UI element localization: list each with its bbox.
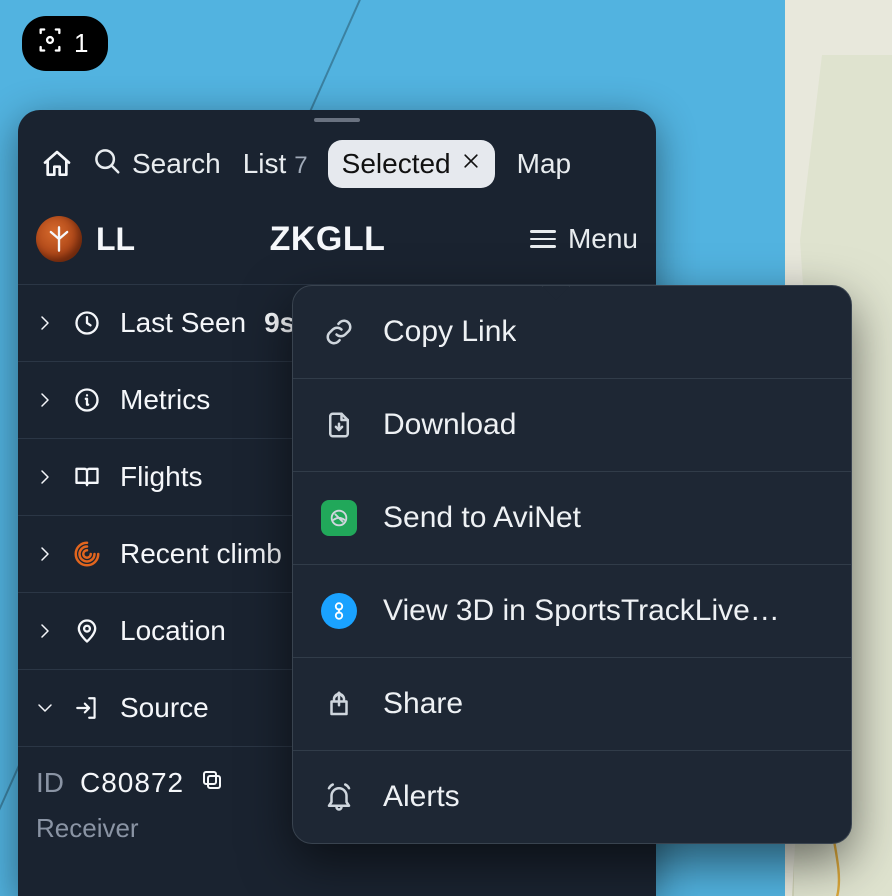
close-icon[interactable] bbox=[461, 151, 481, 177]
chevron-right-icon bbox=[36, 545, 54, 563]
search-label: Search bbox=[132, 148, 221, 180]
menu-item-download[interactable]: Download bbox=[293, 379, 851, 472]
download-icon bbox=[321, 407, 357, 443]
aircraft-avatar[interactable] bbox=[36, 216, 82, 262]
menu-item-label: Share bbox=[383, 687, 463, 721]
id-label: ID bbox=[36, 767, 64, 799]
menu-item-label: Send to AviNet bbox=[383, 501, 581, 535]
chevron-right-icon bbox=[36, 391, 54, 409]
panel-drag-handle[interactable] bbox=[314, 118, 360, 122]
share-icon bbox=[321, 686, 357, 722]
aircraft-callsign: ZKGLL bbox=[135, 220, 530, 259]
chevron-right-icon bbox=[36, 314, 54, 332]
book-icon bbox=[72, 463, 102, 491]
menu-item-alerts[interactable]: Alerts bbox=[293, 751, 851, 843]
row-label: Source bbox=[120, 692, 209, 724]
menu-item-avinet[interactable]: Send to AviNet bbox=[293, 472, 851, 565]
home-button[interactable] bbox=[36, 143, 78, 185]
last-seen-value: 9s bbox=[264, 307, 295, 339]
chevron-right-icon bbox=[36, 468, 54, 486]
chevron-right-icon bbox=[36, 622, 54, 640]
clock-icon bbox=[72, 309, 102, 337]
search-button[interactable]: Search bbox=[92, 146, 221, 183]
menu-item-copy-link[interactable]: Copy Link bbox=[293, 286, 851, 379]
link-icon bbox=[321, 314, 357, 350]
chevron-down-icon bbox=[36, 699, 54, 717]
menu-item-label: Download bbox=[383, 408, 516, 442]
tab-list[interactable]: List 7 bbox=[243, 148, 308, 180]
menu-item-label: Alerts bbox=[383, 780, 460, 814]
tab-list-label: List bbox=[243, 148, 287, 180]
menu-item-sportstracklive[interactable]: View 3D in SportsTrackLive… bbox=[293, 565, 851, 658]
aircraft-header: LL ZKGLL Menu bbox=[18, 202, 656, 284]
menu-item-label: View 3D in SportsTrackLive… bbox=[383, 594, 780, 628]
info-icon bbox=[72, 386, 102, 414]
swirl-icon bbox=[72, 539, 102, 569]
copy-icon[interactable] bbox=[200, 767, 224, 799]
id-value: C80872 bbox=[80, 767, 184, 799]
row-label: Metrics bbox=[120, 384, 210, 416]
source-icon bbox=[72, 695, 102, 721]
bell-icon bbox=[321, 779, 357, 815]
tab-selected-label: Selected bbox=[342, 148, 451, 180]
hamburger-icon bbox=[530, 230, 556, 248]
panel-nav: Search List 7 Selected Map bbox=[18, 110, 656, 202]
row-label: Recent climb bbox=[120, 538, 282, 570]
row-label: Location bbox=[120, 615, 226, 647]
tab-selected[interactable]: Selected bbox=[328, 140, 495, 188]
tab-map[interactable]: Map bbox=[517, 148, 571, 180]
tab-list-count: 7 bbox=[294, 149, 307, 180]
avinet-icon bbox=[321, 500, 357, 536]
search-icon bbox=[92, 146, 122, 183]
menu-button[interactable]: Menu bbox=[530, 223, 638, 255]
row-label: Flights bbox=[120, 461, 202, 493]
target-icon bbox=[36, 26, 64, 61]
sportstracklive-icon bbox=[321, 593, 357, 629]
menu-item-share[interactable]: Share bbox=[293, 658, 851, 751]
aircraft-code: LL bbox=[96, 221, 135, 258]
targets-count-pill[interactable]: 1 bbox=[22, 16, 108, 71]
menu-dropdown: Copy Link Download Send to AviNet View 3… bbox=[292, 285, 852, 844]
menu-label: Menu bbox=[568, 223, 638, 255]
targets-count: 1 bbox=[74, 28, 88, 59]
row-label: Last Seen bbox=[120, 307, 246, 339]
menu-item-label: Copy Link bbox=[383, 315, 516, 349]
pin-icon bbox=[72, 617, 102, 645]
